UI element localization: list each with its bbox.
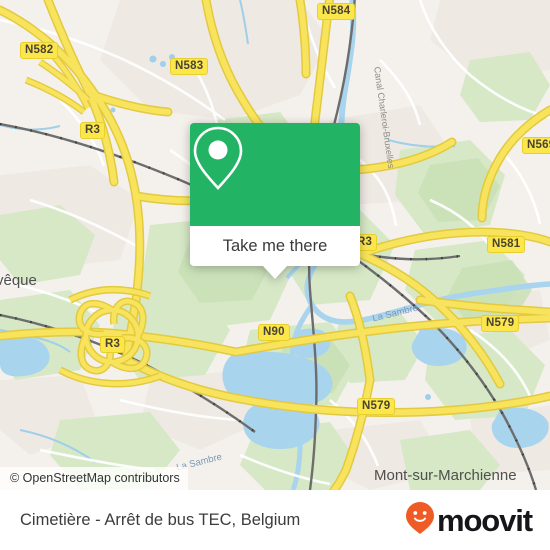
place-label-mont-sur-marchienne: Mont-sur-Marchienne	[374, 467, 517, 484]
map-attribution[interactable]: © OpenStreetMap contributors	[0, 467, 188, 490]
road-shield-n582[interactable]: N582	[20, 42, 59, 59]
moovit-map-page: Canal Charleroi-Bruxelles N582 R3 N583 N…	[0, 0, 550, 550]
road-shield-n569[interactable]: N569	[522, 137, 550, 154]
road-shield-n581[interactable]: N581	[487, 236, 526, 253]
popup-pointer-tail	[263, 266, 287, 279]
location-title: Cimetière - Arrêt de bus TEC, Belgium	[20, 510, 301, 529]
road-shield-n90[interactable]: N90	[258, 324, 290, 341]
road-shield-r3-interchange[interactable]: R3	[100, 336, 126, 353]
map-canvas[interactable]: Canal Charleroi-Bruxelles N582 R3 N583 N…	[0, 0, 550, 490]
popup-header	[190, 123, 360, 226]
moovit-wordmark: moovit	[436, 502, 533, 538]
road-shield-r3-north[interactable]: R3	[80, 122, 106, 139]
road-shield-n579-east[interactable]: N579	[481, 315, 520, 332]
take-me-there-button[interactable]: Take me there	[190, 226, 360, 266]
moovit-smiley-pin-icon	[405, 501, 435, 540]
place-label-eveque: vêque	[0, 272, 37, 289]
location-popup-card[interactable]: Take me there	[190, 123, 360, 279]
road-shield-n583[interactable]: N583	[170, 58, 209, 75]
moovit-logo[interactable]: moovit	[405, 501, 533, 540]
road-shield-n584[interactable]: N584	[317, 3, 356, 20]
footer-bar: Cimetière - Arrêt de bus TEC, Belgium mo…	[0, 490, 550, 550]
road-shield-n579-south[interactable]: N579	[357, 398, 396, 415]
